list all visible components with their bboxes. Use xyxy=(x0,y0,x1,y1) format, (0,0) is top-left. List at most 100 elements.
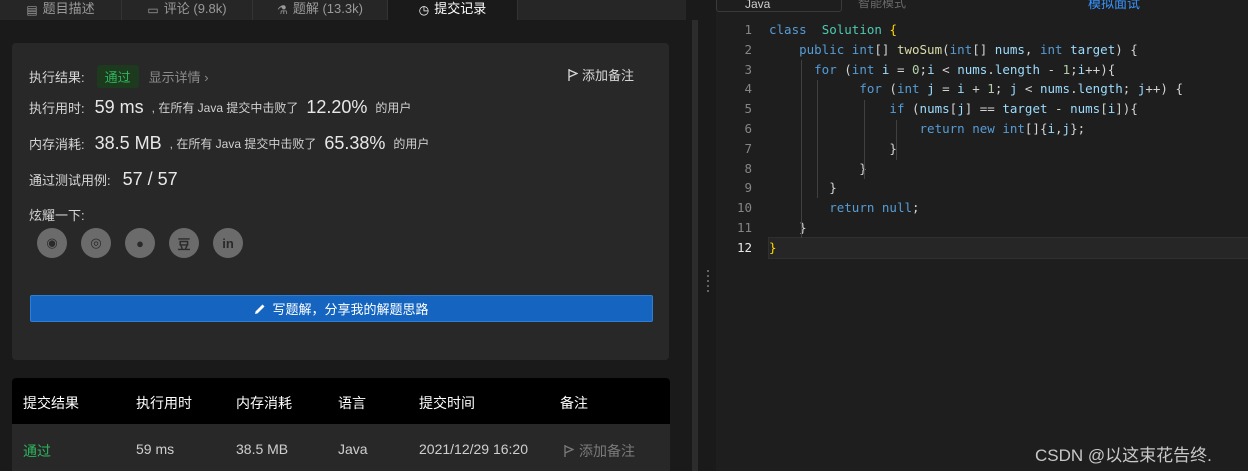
column-header: 语言 xyxy=(338,395,366,411)
drag-handle-icon[interactable] xyxy=(707,270,709,292)
language-select[interactable]: Java xyxy=(716,0,842,12)
memory-row: 内存消耗: 38.5 MB , 在所有 Java 提交中击败了 65.38% 的… xyxy=(29,133,429,154)
line-number: 5 xyxy=(744,101,752,117)
code-line[interactable]: return new int[]{i,j}; xyxy=(769,119,1248,139)
memory-label: 内存消耗: xyxy=(29,137,85,152)
runtime-beat-text: , 在所有 Java 提交中击败了 xyxy=(151,101,299,115)
code-line[interactable]: } xyxy=(769,139,1248,159)
code-token: ++){ xyxy=(1085,61,1116,77)
tab-submissions[interactable]: ◷ 提交记录 xyxy=(388,0,518,20)
line-number: 10 xyxy=(736,200,752,216)
tab-comments[interactable]: ▭ 评论 (9.8k) xyxy=(122,0,253,20)
row-result-link[interactable]: 通过 xyxy=(23,441,51,461)
row-add-note[interactable]: 添加备注 xyxy=(564,441,635,461)
indent-guide xyxy=(801,60,802,238)
pane-splitter[interactable] xyxy=(686,0,716,471)
mock-interview-button[interactable]: 模拟面试 xyxy=(1088,0,1140,12)
smart-mode-toggle[interactable]: 智能模式 xyxy=(858,0,906,11)
indent-guide xyxy=(896,120,897,160)
column-header: 提交时间 xyxy=(419,395,475,411)
row-submit-time: 2021/12/29 16:20 xyxy=(419,441,528,457)
code-line[interactable]: for (int i = 0;i < nums.length - 1;i++){ xyxy=(769,60,1248,80)
line-number: 11 xyxy=(736,219,752,235)
code-token: ; xyxy=(1070,61,1078,77)
code-line[interactable]: } xyxy=(769,218,1248,238)
code-line[interactable]: if (nums[j] == target - nums[i]){ xyxy=(769,99,1248,119)
column-header: 内存消耗 xyxy=(236,395,292,411)
runtime-row: 执行用时: 59 ms , 在所有 Java 提交中击败了 12.20% 的用户 xyxy=(29,97,411,118)
pencil-icon xyxy=(255,304,265,314)
code-token: ; xyxy=(912,200,920,216)
add-note-label: 添加备注 xyxy=(582,68,635,83)
linkedin-icon[interactable]: in xyxy=(213,228,243,258)
code-line[interactable]: class Solution { xyxy=(769,20,1248,40)
code-token: j xyxy=(927,81,935,97)
douban-icon[interactable]: 豆 xyxy=(169,228,199,258)
code-line[interactable]: for (int j = i + 1; j < nums.length; j++… xyxy=(769,79,1248,99)
code-token: nums xyxy=(1070,101,1101,117)
left-scrollbar[interactable] xyxy=(692,20,698,471)
show-details-link[interactable]: 显示详情 › xyxy=(149,67,209,86)
code-token: nums xyxy=(919,101,950,117)
code-token: for xyxy=(859,81,882,97)
tests-row: 通过测试用例: 57 / 57 xyxy=(29,169,178,190)
write-solution-button[interactable]: 写题解，分享我的解题思路 xyxy=(30,295,653,322)
code-token: return xyxy=(829,200,875,216)
code-token: [] xyxy=(972,41,995,57)
tab-description[interactable]: ▤ 题目描述 xyxy=(0,0,122,20)
indent-guide xyxy=(864,100,865,179)
code-token: + xyxy=(964,81,988,97)
memory-beat-text: , 在所有 Java 提交中击败了 xyxy=(169,137,317,151)
code-token: null xyxy=(881,200,913,216)
code-token: ; xyxy=(994,81,1010,97)
share-icons: ◉ ◎ ● 豆 in xyxy=(37,228,243,258)
flask-icon: ⚗ xyxy=(277,3,288,17)
code-editor[interactable]: Java 智能模式 模拟面试 1 2 3 4 5 6 7 8 9 10 11 12 class Sol… xyxy=(716,0,1248,471)
code-token: = xyxy=(889,61,913,77)
result-card: 执行结果: 通过 显示详情 › 添加备注 执行用时: 59 ms , 在所有 J… xyxy=(12,43,669,360)
code-token: nums xyxy=(1039,81,1071,97)
watermark: CSDN @以这束花告终. xyxy=(1035,446,1212,465)
code-token: public xyxy=(799,41,845,57)
memory-suffix: 的用户 xyxy=(393,137,430,151)
code-token: , xyxy=(1055,120,1063,136)
code-token: ) { xyxy=(1115,41,1138,57)
line-number: 7 xyxy=(744,140,752,156)
wechat-icon[interactable]: ◉ xyxy=(37,228,67,258)
code-line[interactable]: return null; xyxy=(769,198,1248,218)
code-line[interactable]: public int[] twoSum(int[] nums, int targ… xyxy=(769,40,1248,60)
weibo-icon[interactable]: ◎ xyxy=(81,228,111,258)
code-token: } xyxy=(769,239,777,255)
share-row: 炫耀一下: xyxy=(29,205,85,224)
code-line[interactable]: } xyxy=(769,178,1248,198)
tests-value: 57 / 57 xyxy=(122,169,178,189)
code-token: - xyxy=(1047,101,1071,117)
code-token: for xyxy=(814,61,837,77)
tab-solutions[interactable]: ⚗ 题解 (13.3k) xyxy=(253,0,388,20)
row-language: Java xyxy=(338,441,368,457)
code-token: return xyxy=(919,120,965,136)
code-token: ++) { xyxy=(1145,81,1184,97)
code-line[interactable]: } xyxy=(768,236,1248,259)
qq-icon[interactable]: ● xyxy=(125,228,155,258)
code-token: target xyxy=(1070,41,1116,57)
code-area[interactable]: class Solution { public int[] twoSum(int… xyxy=(768,20,1248,259)
comment-icon: ▭ xyxy=(147,3,159,17)
code-token: }; xyxy=(1070,120,1086,136)
code-line[interactable]: } xyxy=(769,159,1248,179)
code-token: ( xyxy=(904,101,920,117)
code-token: 1 xyxy=(1062,61,1071,77)
runtime-value: 59 ms xyxy=(94,97,144,117)
add-note-button[interactable]: 添加备注 xyxy=(568,65,634,84)
code-token: < xyxy=(1017,81,1040,97)
problem-tabbar: ▤ 题目描述 ▭ 评论 (9.8k) ⚗ 题解 (13.3k) ◷ 提交记录 xyxy=(0,0,686,20)
code-token: Solution xyxy=(821,22,882,37)
code-token: length xyxy=(994,61,1040,77)
column-header: 提交结果 xyxy=(23,395,79,411)
code-token: = xyxy=(934,81,958,97)
code-token: ; xyxy=(1122,81,1138,97)
code-token: length xyxy=(1077,81,1123,97)
